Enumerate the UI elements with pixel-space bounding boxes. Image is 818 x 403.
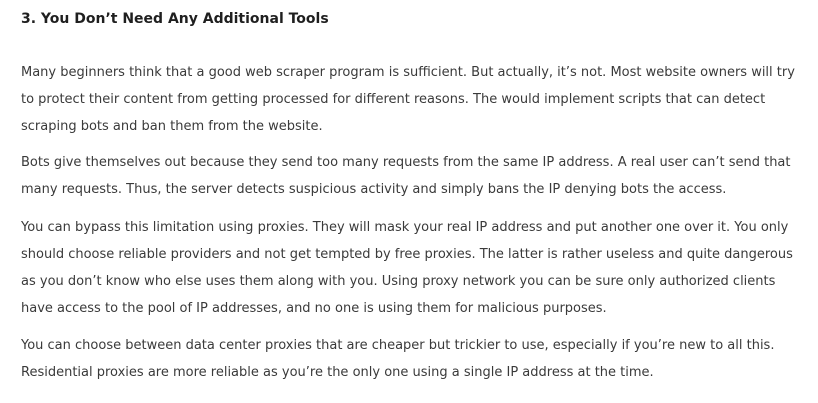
section-heading: 3. You Don’t Need Any Additional Tools	[21, 11, 329, 27]
paragraph-beginners: Many beginners think that a good web scr…	[21, 65, 795, 134]
paragraph-proxies: You can bypass this limitation using pro…	[21, 220, 793, 316]
paragraph-bots: Bots give themselves out because they se…	[21, 155, 791, 197]
paragraph-proxy-types: You can choose between data center proxi…	[21, 338, 775, 380]
